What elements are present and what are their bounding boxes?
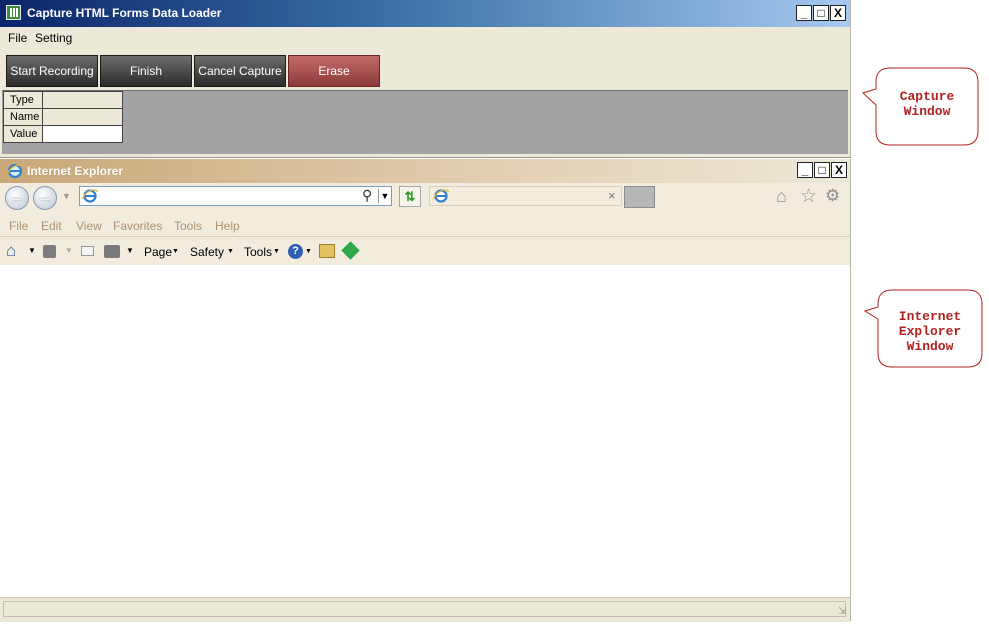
tab-ie-icon — [433, 189, 449, 203]
print-dropdown-icon[interactable]: ▼ — [126, 246, 134, 255]
finish-button[interactable]: Finish — [100, 55, 192, 87]
browser-tab[interactable]: × — [429, 186, 622, 206]
home-icon[interactable]: ⌂ — [776, 186, 787, 207]
history-dropdown-icon[interactable]: ▼ — [62, 191, 71, 201]
start-recording-button[interactable]: Start Recording — [6, 55, 98, 87]
ie-statusbar: ⇲ — [0, 597, 850, 622]
capture-titlebar: Capture HTML Forms Data Loader _ □ X — [0, 0, 850, 27]
app-icon — [6, 5, 21, 20]
capture-fields-table: Type Name Value — [3, 91, 123, 143]
menu-file[interactable]: File — [8, 31, 27, 45]
cancel-capture-button[interactable]: Cancel Capture — [194, 55, 286, 87]
address-input[interactable]: ⚲ ▼ — [79, 186, 392, 206]
cmd-page-label[interactable]: Page — [144, 245, 172, 259]
cmd-home-icon[interactable]: ⌂ — [6, 241, 16, 261]
field-value-name[interactable] — [42, 108, 123, 126]
ie-window-callout: Internet Explorer Window — [864, 289, 984, 369]
ie-maximize-button[interactable]: □ — [814, 162, 830, 178]
capture-menubar: File Setting — [0, 27, 850, 49]
ie-minimize-button[interactable]: _ — [797, 162, 813, 178]
safety-dropdown-icon[interactable]: ▼ — [227, 248, 234, 255]
field-value-type[interactable] — [42, 91, 123, 109]
search-icon[interactable]: ⚲ — [362, 187, 372, 204]
page-ie-icon — [82, 189, 98, 203]
field-value-value[interactable] — [42, 125, 123, 143]
field-label-name: Name — [3, 108, 43, 126]
field-label-type: Type — [3, 91, 43, 109]
ie-close-button[interactable]: X — [831, 162, 847, 178]
callout-ie-line-1: Internet — [898, 309, 962, 324]
back-button[interactable]: ← — [5, 186, 29, 210]
ie-menu-help[interactable]: Help — [215, 219, 240, 233]
page-dropdown-icon[interactable]: ▼ — [172, 248, 179, 255]
ie-logo-icon — [7, 163, 23, 179]
maximize-button[interactable]: □ — [813, 5, 829, 21]
ie-menu-tools[interactable]: Tools — [174, 219, 202, 233]
cmd-home-dropdown-icon[interactable]: ▼ — [28, 246, 36, 255]
minimize-button[interactable]: _ — [796, 5, 812, 21]
close-button[interactable]: X — [830, 5, 846, 21]
callout-ie-line-3: Window — [906, 339, 954, 354]
ie-menu-edit[interactable]: Edit — [41, 219, 62, 233]
erase-button[interactable]: Erase — [288, 55, 380, 87]
menu-setting[interactable]: Setting — [35, 31, 72, 45]
refresh-button[interactable]: ⇅ — [399, 186, 421, 207]
table-row: Name — [3, 108, 123, 126]
cmd-tools-label[interactable]: Tools — [244, 245, 272, 259]
table-row: Value — [3, 125, 123, 143]
callout-capture-line-1: Capture — [899, 89, 955, 104]
ie-menu-view[interactable]: View — [76, 219, 102, 233]
rss-feed-icon[interactable] — [43, 245, 56, 258]
research-icon[interactable] — [319, 244, 335, 258]
capture-window: Capture HTML Forms Data Loader _ □ X Fil… — [0, 0, 851, 158]
addon-icon[interactable] — [341, 241, 360, 260]
window-title: Capture HTML Forms Data Loader — [27, 6, 222, 20]
ie-address-bar: ← → ▼ ⚲ ▼ ⇅ × ⌂ ☆ ⚙ — [0, 183, 850, 213]
help-dropdown-icon[interactable]: ▼ — [305, 248, 312, 255]
mail-icon[interactable] — [81, 246, 94, 256]
resize-grip-icon[interactable]: ⇲ — [838, 606, 846, 617]
tools-dropdown-icon[interactable]: ▼ — [273, 248, 280, 255]
callout-ie-line-2: Explorer — [898, 324, 962, 339]
favorites-star-icon[interactable]: ☆ — [800, 185, 817, 208]
ie-commandbar: ⌂ ▼ ▼ ▼ Page ▼ Safety ▼ Tools ▼ ? ▼ — [0, 237, 850, 265]
ie-window: Internet Explorer _ □ X ← → ▼ ⚲ ▼ ⇅ × ⌂ … — [0, 159, 851, 622]
capture-window-callout: Capture Window — [862, 67, 980, 147]
address-dropdown-icon[interactable]: ▼ — [378, 189, 391, 203]
cmd-safety-label[interactable]: Safety — [190, 245, 224, 259]
field-label-value: Value — [3, 125, 43, 143]
help-icon[interactable]: ? — [288, 244, 303, 259]
table-row: Type — [3, 91, 123, 109]
capture-grid-area — [2, 90, 848, 154]
ie-titlebar: Internet Explorer _ □ X — [0, 159, 850, 183]
status-field — [3, 601, 846, 617]
ie-menu-favorites[interactable]: Favorites — [113, 219, 162, 233]
print-icon[interactable] — [104, 245, 120, 258]
forward-button[interactable]: → — [33, 186, 57, 210]
ie-menu-file[interactable]: File — [9, 219, 28, 233]
rss-dropdown-icon[interactable]: ▼ — [65, 246, 73, 255]
ie-window-title: Internet Explorer — [27, 164, 124, 178]
ie-menubar: File Edit View Favorites Tools Help — [0, 213, 850, 237]
gear-icon[interactable]: ⚙ — [825, 186, 840, 206]
ie-content-area[interactable] — [0, 265, 850, 595]
callout-capture-line-2: Window — [903, 104, 951, 119]
new-tab-button[interactable] — [624, 186, 655, 208]
close-tab-icon[interactable]: × — [608, 188, 616, 203]
